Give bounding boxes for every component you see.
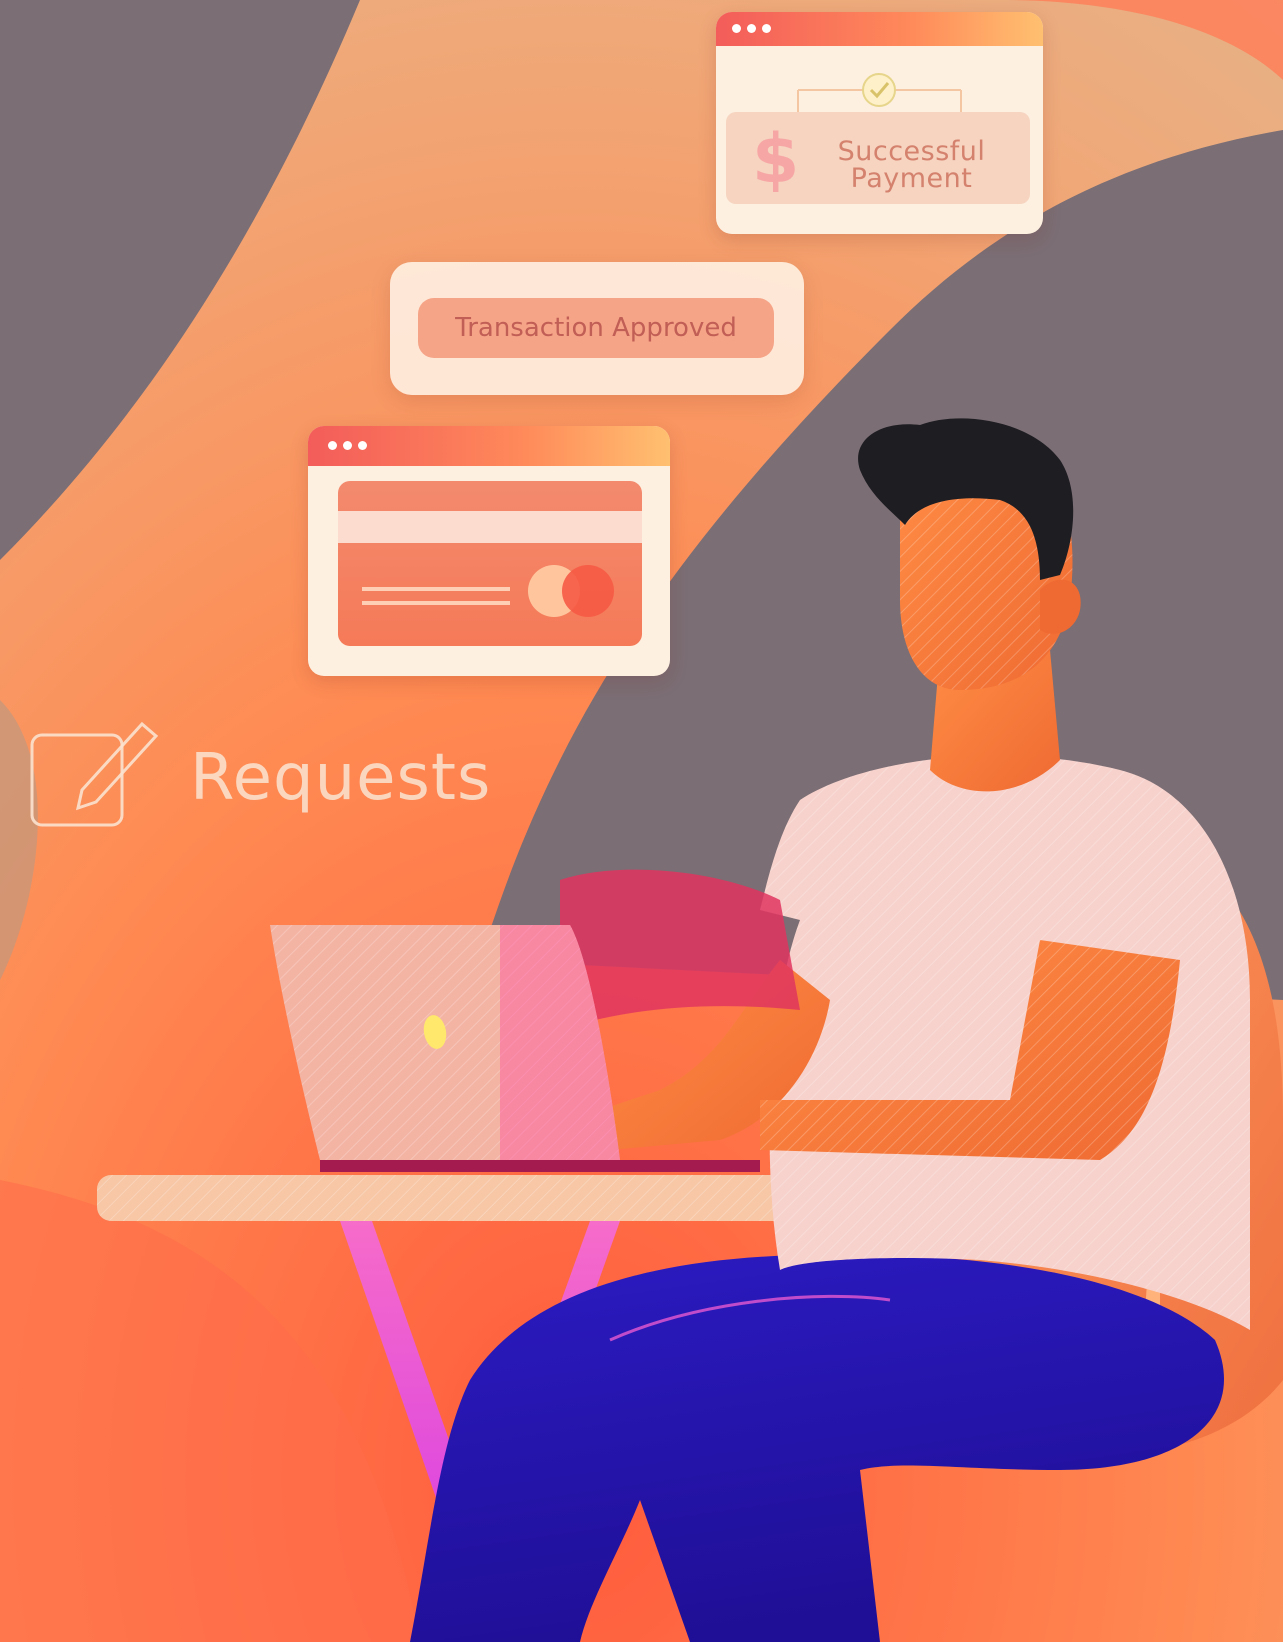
payment-line-2: Payment — [850, 163, 973, 194]
card-line — [362, 587, 510, 591]
window-dot — [328, 441, 337, 450]
laptop-base — [320, 1160, 760, 1172]
credit-card-window — [308, 426, 670, 676]
payment-window: $ — [716, 12, 1043, 234]
transaction-approved-label: Transaction Approved — [418, 298, 774, 358]
window-dot — [732, 24, 741, 33]
payment-window-titlebar — [716, 12, 1043, 46]
card-line — [362, 601, 510, 605]
window-dot — [762, 24, 771, 33]
credit-card-window-titlebar — [308, 426, 670, 466]
requests-label: Requests — [190, 741, 492, 815]
card-logo-circle — [562, 565, 614, 617]
illustration-scene — [0, 0, 1283, 1642]
credit-card-icon — [338, 481, 642, 646]
window-dot — [747, 24, 756, 33]
window-dot — [358, 441, 367, 450]
card-stripe — [338, 511, 642, 543]
payment-line-1: Successful — [837, 136, 986, 167]
payment-status-text: Successful Payment — [789, 138, 1034, 192]
window-dot — [343, 441, 352, 450]
